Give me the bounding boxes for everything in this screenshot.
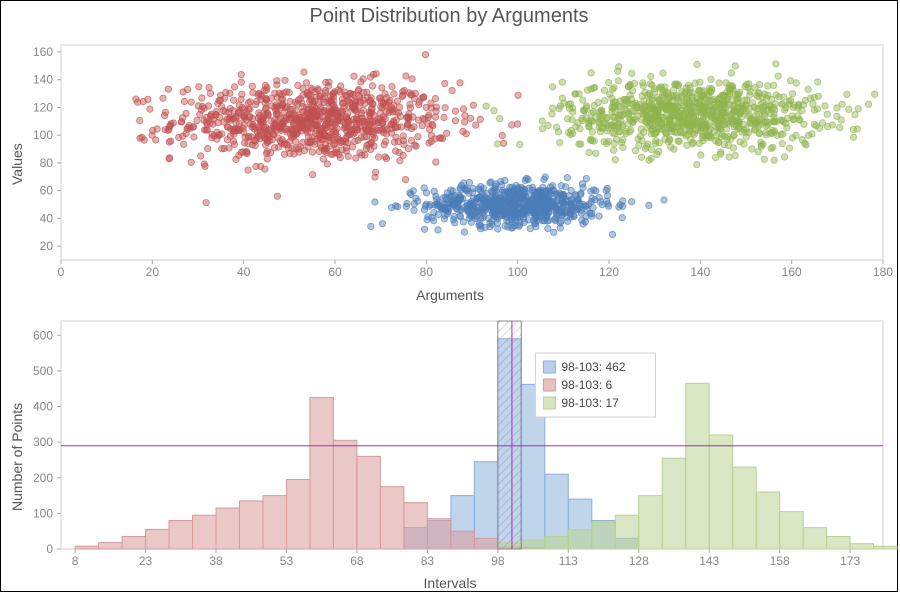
svg-text:158: 158 [770,554,790,568]
hist-y-label: Number of Points [9,403,25,511]
svg-text:20: 20 [40,239,54,253]
svg-text:180: 180 [873,265,893,279]
svg-text:500: 500 [33,364,53,378]
scatter-x-label: Arguments [1,287,899,303]
svg-text:160: 160 [33,45,53,59]
svg-text:40: 40 [237,265,251,279]
chart-title: Point Distribution by Arguments [1,1,897,30]
svg-text:113: 113 [559,554,578,568]
svg-text:160: 160 [782,265,802,279]
svg-text:80: 80 [420,265,434,279]
hist-svg: 8 23 38 53 68 83 98 113 128 143 158 173 0 100 200 300 40… [1,311,899,591]
legend-item-label: 98-103: 462 [561,360,625,374]
hist-x-label: Intervals [1,575,899,591]
legend-item-label: 98-103: 17 [561,396,619,410]
svg-text:200: 200 [33,471,53,485]
svg-text:400: 400 [33,400,53,414]
scatter-y-label: Values [9,143,25,185]
svg-text:20: 20 [146,265,160,279]
svg-text:120: 120 [33,100,53,114]
histogram-chart: Number of Points Intervals 8 23 38 53 68 83 98… [1,311,899,591]
svg-text:100: 100 [508,265,528,279]
svg-text:120: 120 [599,265,619,279]
svg-text:8: 8 [72,554,79,568]
svg-text:83: 83 [421,554,435,568]
svg-text:300: 300 [33,435,53,449]
svg-text:53: 53 [280,554,294,568]
svg-text:100: 100 [33,128,53,142]
svg-text:60: 60 [40,184,54,198]
chart-panel: Point Distribution by Arguments Values A… [0,0,898,592]
svg-text:100: 100 [33,506,53,520]
svg-text:40: 40 [40,211,54,225]
svg-text:68: 68 [350,554,364,568]
svg-text:98: 98 [491,554,505,568]
scatter-chart: Values Arguments 0 20 40 60 80 100 120 140 160 18… [1,35,899,303]
svg-text:600: 600 [33,328,53,342]
svg-text:140: 140 [690,265,710,279]
svg-text:143: 143 [699,554,719,568]
scatter-svg: 0 20 40 60 80 100 120 140 160 180 20 40 60 80 100 120 14… [1,35,899,303]
svg-text:23: 23 [139,554,153,568]
svg-text:60: 60 [328,265,342,279]
svg-text:128: 128 [629,554,649,568]
svg-text:80: 80 [40,156,54,170]
svg-text:173: 173 [840,554,860,568]
svg-text:38: 38 [209,554,223,568]
svg-text:0: 0 [46,542,53,556]
svg-text:0: 0 [58,265,65,279]
legend-item-label: 98-103: 6 [561,378,612,392]
svg-text:140: 140 [33,73,53,87]
